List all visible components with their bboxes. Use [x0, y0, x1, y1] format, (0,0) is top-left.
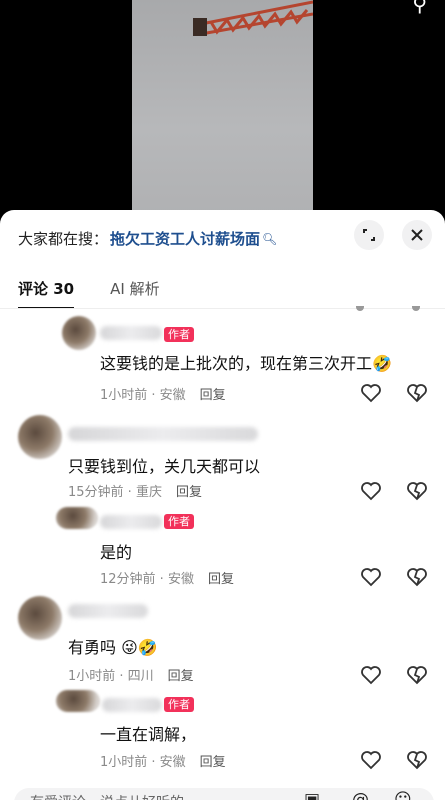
- comment-time: 1小时前 · 安徽: [100, 388, 186, 403]
- comment-time: 15分钟前 · 重庆: [68, 485, 162, 500]
- username[interactable]: [100, 515, 162, 529]
- hot-search-bar[interactable]: 大家都在搜： 拖欠工资工人讨薪场面 🔍︎: [18, 228, 277, 249]
- reply-button[interactable]: 回复: [200, 388, 226, 403]
- image-icon[interactable]: ▣: [304, 790, 320, 800]
- comment-input[interactable]: 有爱评论，说点儿好听的 ▣ @ ☺: [14, 788, 434, 800]
- comment-sheet: 大家都在搜： 拖欠工资工人讨薪场面 🔍︎ 评论 30 AI 解析 作者 这要钱的…: [0, 210, 445, 800]
- reply-button[interactable]: 回复: [200, 755, 226, 770]
- search-icon: 🔍︎: [262, 231, 278, 246]
- comment-meta: 1小时前 · 安徽 回复: [100, 384, 226, 403]
- top-search-icon[interactable]: ⚲: [412, 0, 427, 16]
- tab-divider: [0, 308, 445, 309]
- comment-text[interactable]: 有勇吗 😜🤣: [68, 634, 158, 658]
- hot-search-query[interactable]: 拖欠工资工人讨薪场面: [110, 228, 260, 249]
- dislike-icon[interactable]: [406, 567, 428, 587]
- comment-text[interactable]: 是的: [100, 539, 132, 563]
- comment-time: 12分钟前 · 安徽: [100, 572, 194, 587]
- fullscreen-button[interactable]: [354, 220, 384, 250]
- crane-image: [193, 0, 313, 36]
- comment-text[interactable]: 这要钱的是上批次的，现在第三次开工🤣: [100, 350, 392, 374]
- emoji-icon[interactable]: ☺: [394, 790, 412, 800]
- username[interactable]: [102, 698, 162, 712]
- dislike-icon[interactable]: [406, 481, 428, 501]
- video-frame[interactable]: [132, 0, 313, 215]
- author-badge: 作者: [164, 327, 194, 342]
- tab-ai-analysis[interactable]: AI 解析: [110, 278, 159, 309]
- dislike-icon[interactable]: [406, 750, 428, 770]
- username[interactable]: [68, 604, 148, 618]
- author-badge: 作者: [164, 697, 194, 712]
- like-icon[interactable]: [360, 481, 382, 501]
- comment-time: 1小时前 · 四川: [68, 669, 154, 684]
- comment-input-placeholder: 有爱评论，说点儿好听的: [30, 792, 184, 800]
- tab-bar: 评论 30 AI 解析: [18, 278, 160, 309]
- reply-button[interactable]: 回复: [168, 669, 194, 684]
- comment-meta: 1小时前 · 安徽 回复: [100, 751, 226, 770]
- author-badge: 作者: [164, 514, 194, 529]
- avatar[interactable]: [56, 690, 100, 712]
- hot-search-prefix: 大家都在搜：: [18, 230, 109, 248]
- avatar[interactable]: [18, 415, 62, 459]
- avatar[interactable]: [18, 596, 62, 640]
- like-icon[interactable]: [360, 383, 382, 403]
- comment-text[interactable]: 只要钱到位，关几天都可以: [68, 453, 260, 477]
- like-icon[interactable]: [360, 567, 382, 587]
- comment-meta: 15分钟前 · 重庆 回复: [68, 481, 202, 500]
- comment-emoji: 😜🤣: [121, 638, 158, 657]
- comment-emoji: 🤣: [372, 354, 392, 373]
- like-icon[interactable]: [360, 665, 382, 685]
- username[interactable]: [68, 427, 258, 441]
- comment-text[interactable]: 一直在调解，: [100, 721, 196, 745]
- comment-text-body: 这要钱的是上批次的，现在第三次开工: [100, 354, 373, 373]
- comment-meta: 12分钟前 · 安徽 回复: [100, 568, 234, 587]
- tab-comments[interactable]: 评论 30: [18, 278, 75, 309]
- peek-dislike-icon: [412, 306, 420, 311]
- dislike-icon[interactable]: [406, 383, 428, 403]
- peek-heart-icon: [356, 306, 364, 311]
- expand-icon: [363, 229, 375, 241]
- video-area[interactable]: ⚲: [0, 0, 445, 215]
- at-icon[interactable]: @: [352, 790, 369, 800]
- username[interactable]: [100, 326, 162, 340]
- comment-meta: 1小时前 · 四川 回复: [68, 665, 194, 684]
- comment-time: 1小时前 · 安徽: [100, 755, 186, 770]
- close-button[interactable]: [402, 220, 432, 250]
- comment-text-body: 有勇吗: [68, 638, 117, 657]
- avatar[interactable]: [62, 316, 96, 350]
- comment-input-bar: 有爱评论，说点儿好听的 ▣ @ ☺: [0, 788, 445, 800]
- reply-button[interactable]: 回复: [208, 572, 234, 587]
- reply-button[interactable]: 回复: [176, 485, 202, 500]
- dislike-icon[interactable]: [406, 665, 428, 685]
- like-icon[interactable]: [360, 750, 382, 770]
- close-icon: [411, 229, 423, 241]
- avatar[interactable]: [56, 507, 98, 529]
